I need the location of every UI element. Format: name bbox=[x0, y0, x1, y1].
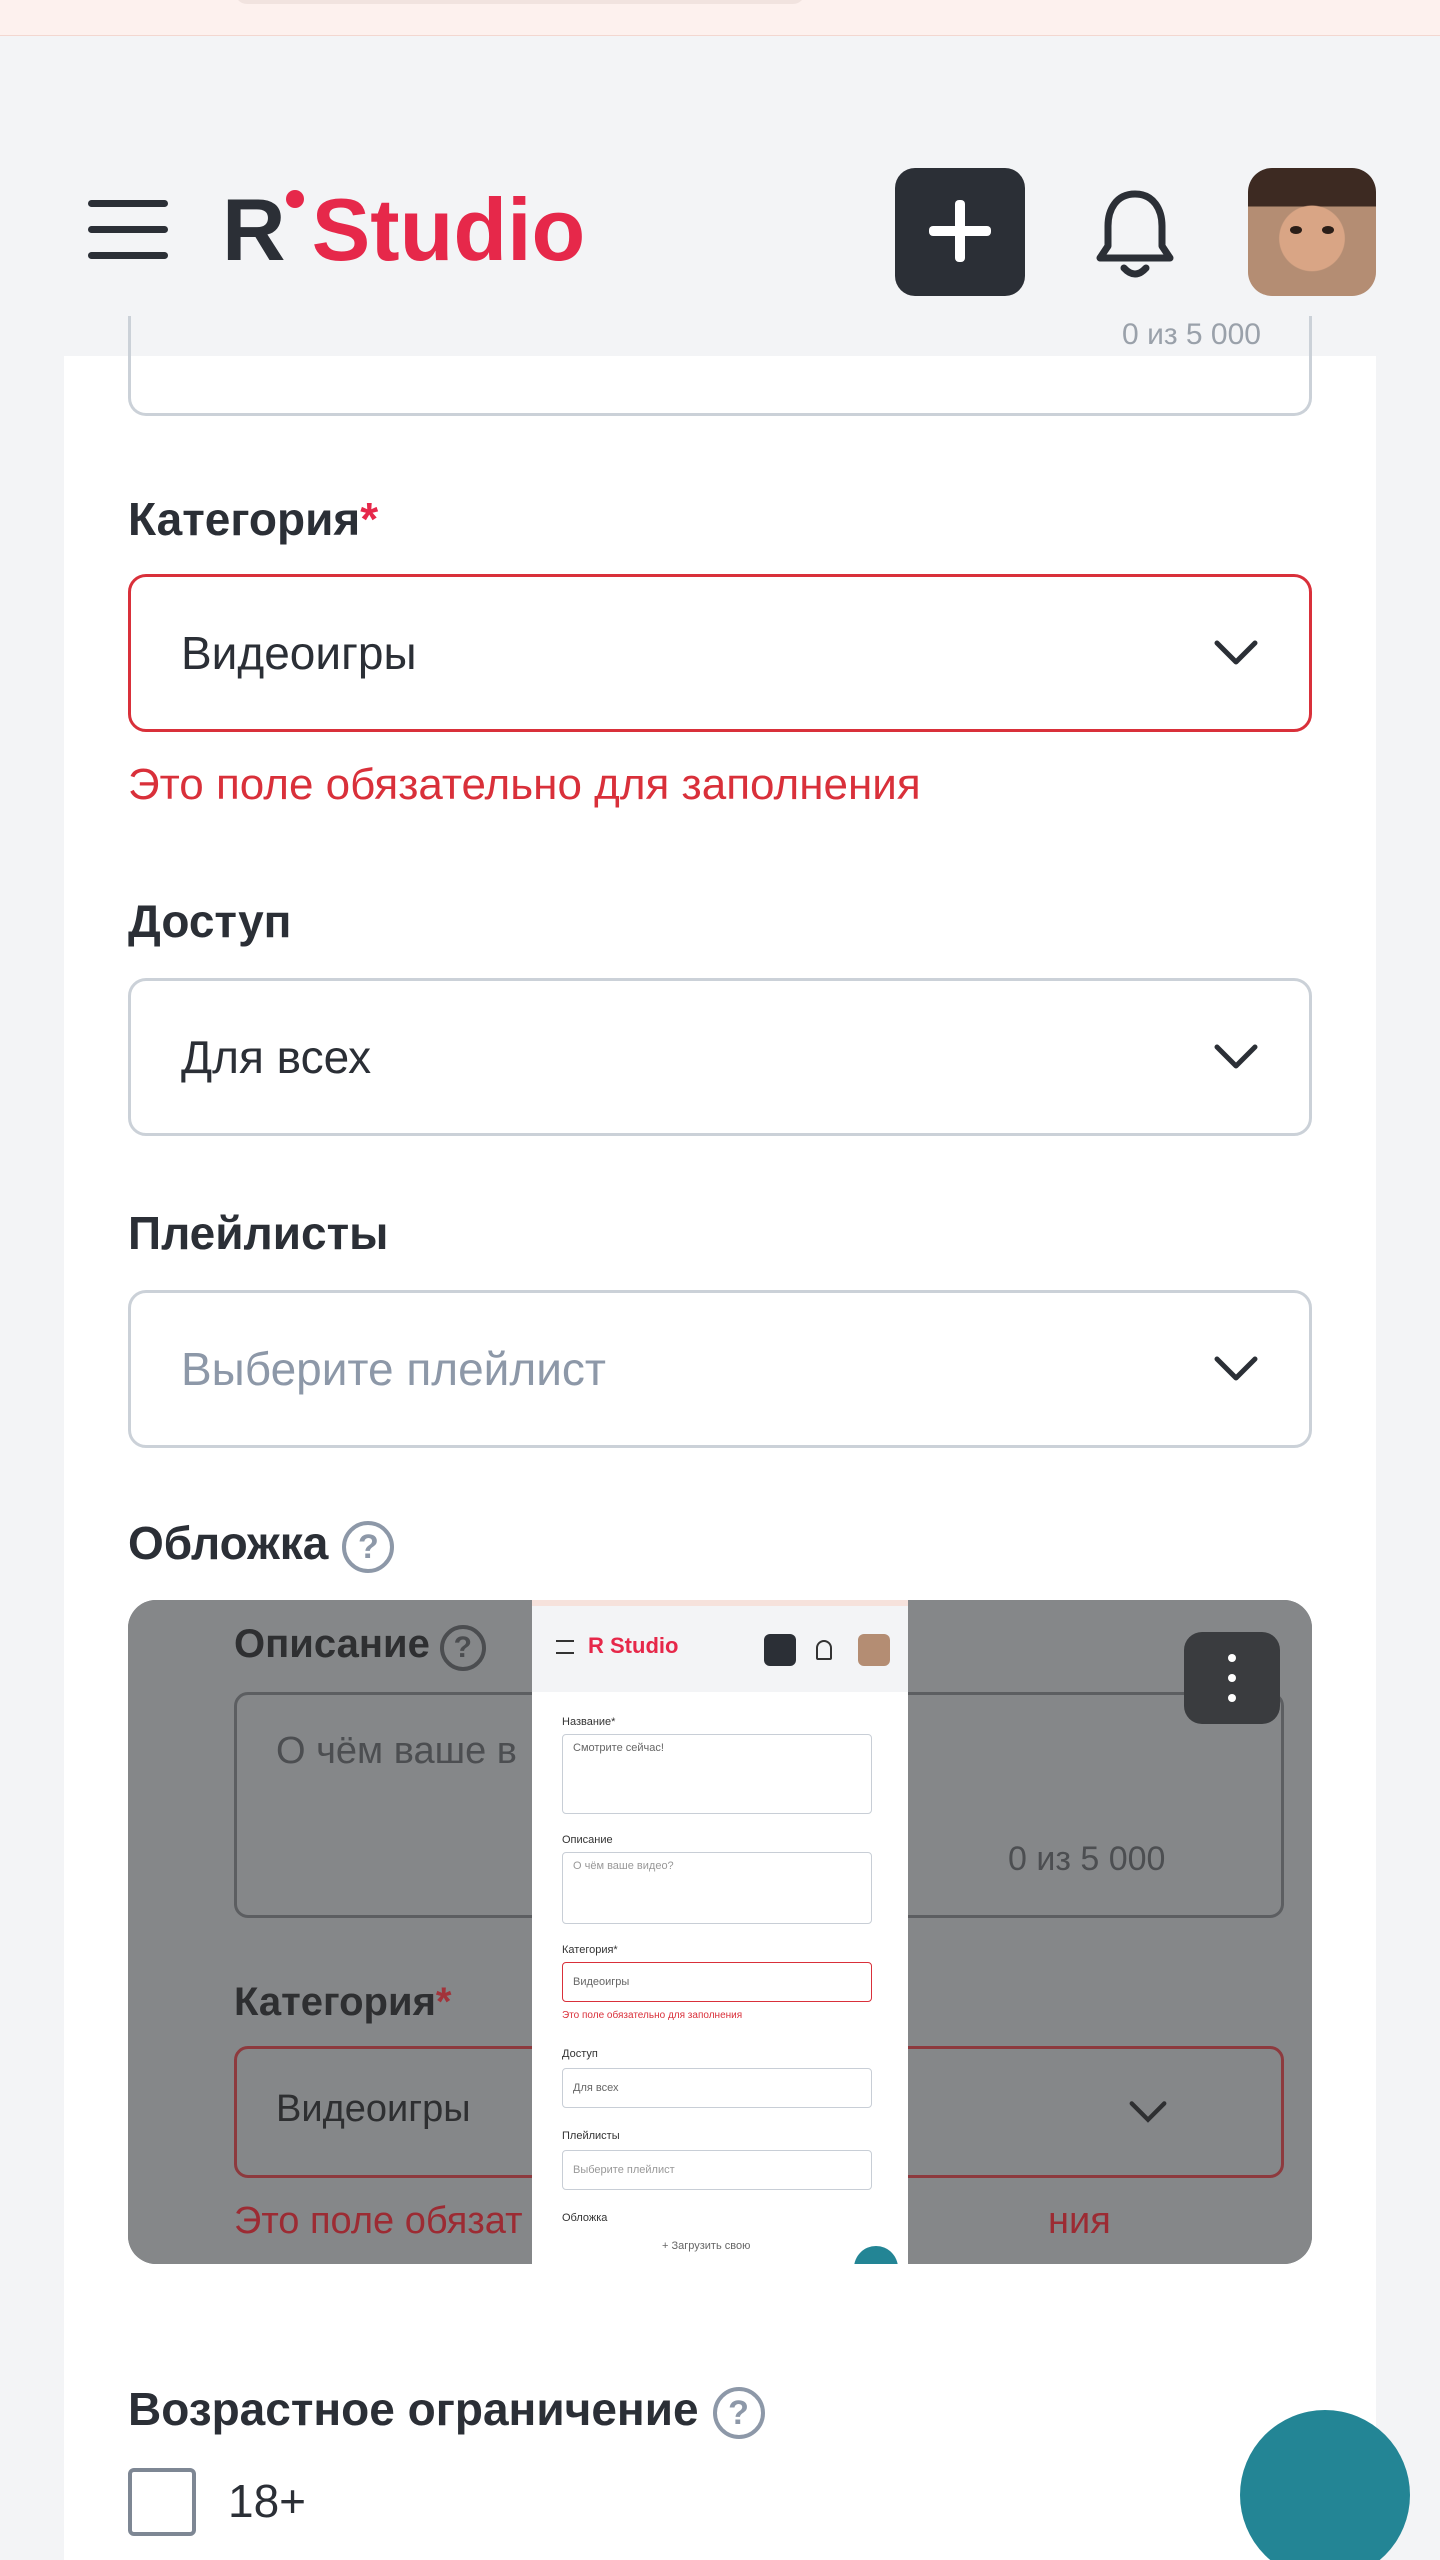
upload-form-card: 0 из 5 000 Категория* Видеоигры Это поле… bbox=[64, 316, 1376, 2560]
category-select[interactable]: Видеоигры bbox=[128, 574, 1312, 732]
cover-options-button[interactable] bbox=[1184, 1632, 1280, 1724]
cover-thumbnail: R Studio Название* Смотрите сейчас! Опис… bbox=[532, 1600, 908, 2264]
preview-description-label: Описание? bbox=[234, 1622, 486, 1671]
thumb-playlist-value: Выберите плейлист bbox=[562, 2150, 872, 2190]
preview-category-value: Видеоигры bbox=[276, 2088, 471, 2130]
age-label: Возрастное ограничение? bbox=[128, 2382, 765, 2439]
thumb-cat-error: Это поле обязательно для заполнения bbox=[562, 2010, 743, 2021]
preview-error-right: ния bbox=[1048, 2200, 1111, 2242]
category-value: Видеоигры bbox=[181, 627, 417, 679]
thumb-desc-label: Описание bbox=[562, 1834, 613, 1846]
category-label: Категория* bbox=[128, 492, 378, 546]
app-header: R Studio bbox=[0, 36, 1440, 356]
playlists-select[interactable]: Выберите плейлист bbox=[128, 1290, 1312, 1448]
cover-label: Обложка? bbox=[128, 1516, 395, 1573]
required-mark: * bbox=[360, 493, 379, 545]
thumb-playlist-label: Плейлисты bbox=[562, 2130, 620, 2142]
playlists-label: Плейлисты bbox=[128, 1207, 389, 1259]
user-avatar[interactable] bbox=[1248, 168, 1376, 296]
logo-studio: Studio bbox=[311, 180, 586, 279]
help-icon[interactable]: ? bbox=[712, 2386, 765, 2439]
playlists-placeholder: Выберите плейлист bbox=[181, 1343, 606, 1395]
logo-r: R bbox=[222, 180, 286, 279]
age-18-label: 18+ bbox=[228, 2475, 307, 2527]
help-icon: ? bbox=[439, 1625, 486, 1671]
thumb-access-label: Доступ bbox=[562, 2048, 598, 2060]
thumb-name-value: Смотрите сейчас! bbox=[562, 1734, 872, 1814]
preview-counter: 0 из 5 000 bbox=[1008, 1840, 1166, 1878]
cover-label-text: Обложка bbox=[128, 1517, 329, 1569]
thumb-upload: + Загрузить свою bbox=[662, 2240, 751, 2252]
chevron-down-icon bbox=[1214, 1356, 1258, 1381]
top-status-strip bbox=[0, 0, 1440, 36]
preview-description-text: Описание bbox=[234, 1622, 430, 1666]
description-field-tail[interactable]: 0 из 5 000 bbox=[128, 316, 1312, 416]
access-select[interactable]: Для всех bbox=[128, 978, 1312, 1136]
chevron-down-icon bbox=[1214, 640, 1258, 665]
thumb-cover-label: Обложка bbox=[562, 2212, 608, 2224]
thumb-name-label: Название* bbox=[562, 1716, 616, 1728]
chevron-down-icon bbox=[1129, 2101, 1167, 2123]
category-error: Это поле обязательно для заполнения bbox=[128, 760, 921, 809]
preview-category-label: Категория* bbox=[234, 1980, 452, 2024]
thumb-cat-value: Видеоигры bbox=[562, 1962, 872, 2002]
thumb-access-value: Для всех bbox=[562, 2068, 872, 2108]
logo-dot bbox=[285, 190, 304, 208]
chat-fab-button[interactable] bbox=[1240, 2410, 1410, 2560]
thumb-brand: R Studio bbox=[588, 1633, 679, 1658]
category-label-text: Категория bbox=[128, 493, 361, 545]
age-18-checkbox[interactable] bbox=[128, 2468, 196, 2536]
help-icon[interactable]: ? bbox=[342, 1520, 395, 1573]
preview-category-text: Категория bbox=[234, 1980, 436, 2024]
thumb-desc-value: О чём ваше видео? bbox=[562, 1852, 872, 1924]
top-pill bbox=[235, 0, 805, 4]
thumb-cat-label: Категория* bbox=[562, 1944, 618, 1956]
add-video-button[interactable] bbox=[895, 168, 1025, 296]
access-value: Для всех bbox=[181, 1031, 372, 1083]
access-label: Доступ bbox=[128, 895, 292, 947]
menu-icon[interactable] bbox=[88, 200, 168, 260]
cover-preview[interactable]: Описание? О чём ваше в 0 из 5 000 Катего… bbox=[128, 1600, 1312, 2264]
description-counter: 0 из 5 000 bbox=[1122, 318, 1261, 351]
chevron-down-icon bbox=[1214, 1044, 1258, 1069]
bell-icon[interactable] bbox=[1090, 184, 1180, 284]
rstudio-logo[interactable]: R Studio bbox=[222, 184, 585, 274]
preview-error-left: Это поле обязат bbox=[234, 2200, 523, 2242]
preview-description-placeholder: О чём ваше в bbox=[276, 1730, 517, 1772]
age-label-text: Возрастное ограничение bbox=[128, 2383, 699, 2435]
